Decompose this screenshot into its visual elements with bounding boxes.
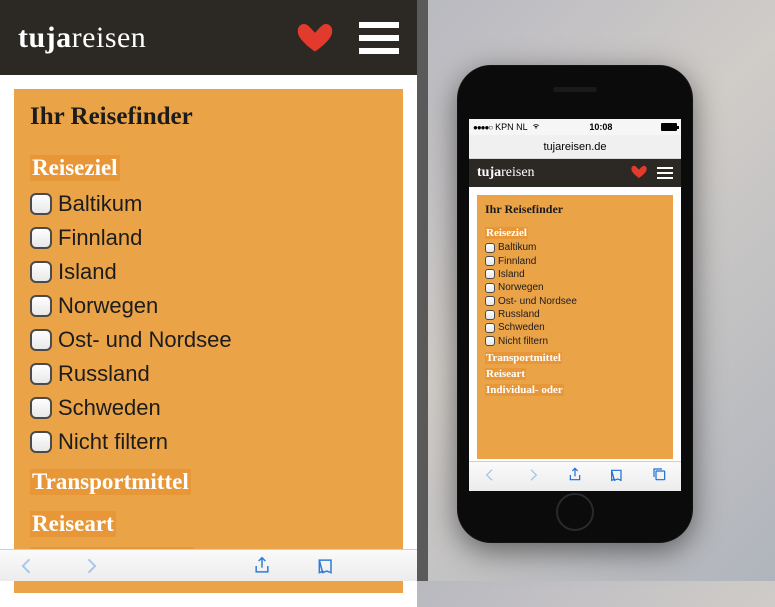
phone-screen: ●●●●○ KPN NL 10:08 tujareisen.de tujarei…	[469, 119, 681, 491]
option-checkbox[interactable]	[30, 329, 52, 351]
option-label-small: Schweden	[498, 322, 545, 333]
option-checkbox[interactable]	[30, 397, 52, 419]
share-icon-small[interactable]	[566, 467, 584, 486]
option-checkbox-small[interactable]	[485, 243, 495, 253]
nav-forward-icon-small[interactable]	[524, 467, 542, 486]
bookmarks-icon-small[interactable]	[608, 467, 626, 486]
option-checkbox-small[interactable]	[485, 323, 495, 333]
option-checkbox[interactable]	[30, 431, 52, 453]
carrier-label: KPN NL	[495, 122, 528, 132]
status-time: 10:08	[541, 122, 661, 132]
option-label-small: Island	[498, 269, 525, 280]
option-checkbox-small[interactable]	[485, 296, 495, 306]
option-label: Ost- und Nordsee	[58, 327, 232, 353]
section-traveltype-small[interactable]: Reiseart	[485, 368, 526, 380]
option-label-small: Baltikum	[498, 242, 536, 253]
option-checkbox-small[interactable]	[485, 283, 495, 293]
panel-divider	[417, 0, 428, 581]
option-label: Russland	[58, 361, 150, 387]
destination-option-small[interactable]: Baltikum	[485, 241, 665, 254]
destination-option[interactable]: Nicht filtern	[30, 425, 387, 459]
favorites-heart-icon[interactable]	[297, 20, 333, 56]
option-label-small: Finnland	[498, 256, 536, 267]
option-checkbox[interactable]	[30, 363, 52, 385]
destination-option-small[interactable]: Ost- und Nordsee	[485, 295, 665, 308]
battery-icon	[661, 123, 677, 131]
option-checkbox-small[interactable]	[485, 310, 495, 320]
app-header-small: tujareisen	[469, 159, 681, 187]
section-individual-small[interactable]: Individual- oder	[485, 384, 564, 396]
option-label: Island	[58, 259, 117, 285]
section-transport-small[interactable]: Transportmittel	[485, 352, 562, 364]
tabs-icon-small[interactable]	[651, 467, 669, 486]
option-label: Finnland	[58, 225, 142, 251]
option-checkbox[interactable]	[30, 227, 52, 249]
section-traveltype[interactable]: Reiseart	[30, 511, 116, 537]
phone-mockup: ●●●●○ KPN NL 10:08 tujareisen.de tujarei…	[457, 65, 693, 543]
destination-option-small[interactable]: Finnland	[485, 254, 665, 267]
option-label: Baltikum	[58, 191, 142, 217]
favorites-heart-icon-small[interactable]	[631, 164, 647, 183]
destination-option-small[interactable]: Schweden	[485, 321, 665, 334]
safari-toolbar-small	[469, 461, 681, 491]
wifi-icon	[531, 122, 541, 132]
section-transport[interactable]: Transportmittel	[30, 469, 191, 495]
menu-hamburger-icon[interactable]	[359, 22, 399, 54]
menu-hamburger-icon-small[interactable]	[657, 167, 673, 180]
safari-toolbar	[0, 549, 417, 581]
option-checkbox-small[interactable]	[485, 269, 495, 279]
travel-finder-panel-small: Ihr Reisefinder Reiseziel Baltikum Finnla…	[477, 195, 673, 459]
option-label-small: Nicht filtern	[498, 336, 548, 347]
destination-option-small[interactable]: Russland	[485, 308, 665, 321]
section-destination[interactable]: Reiseziel	[30, 155, 120, 181]
section-destination-small[interactable]: Reiseziel	[485, 227, 528, 239]
option-checkbox-small[interactable]	[485, 256, 495, 266]
destination-option[interactable]: Ost- und Nordsee	[30, 323, 387, 357]
bookmarks-icon[interactable]	[313, 556, 339, 576]
travel-finder-panel: Ihr Reisefinder Reiseziel Baltikum Finnla…	[14, 89, 403, 593]
ios-status-bar: ●●●●○ KPN NL 10:08	[469, 119, 681, 135]
nav-back-icon-small[interactable]	[481, 467, 499, 486]
url-bar[interactable]: tujareisen.de	[469, 135, 681, 159]
destination-option[interactable]: Baltikum	[30, 187, 387, 221]
option-label: Schweden	[58, 395, 161, 421]
destination-option[interactable]: Norwegen	[30, 289, 387, 323]
option-checkbox[interactable]	[30, 295, 52, 317]
share-icon[interactable]	[249, 556, 275, 576]
zoomed-mobile-view: tujareisen Ihr Reisefinder Reiseziel Bal…	[0, 0, 417, 581]
option-label-small: Russland	[498, 309, 540, 320]
nav-forward-icon[interactable]	[78, 556, 104, 576]
app-header: tujareisen	[0, 0, 417, 75]
finder-heading: Ihr Reisefinder	[30, 103, 387, 131]
signal-dots-icon: ●●●●○	[473, 123, 492, 132]
option-checkbox[interactable]	[30, 261, 52, 283]
option-checkbox-small[interactable]	[485, 336, 495, 346]
brand-logo[interactable]: tujareisen	[18, 21, 146, 55]
destination-option[interactable]: Schweden	[30, 391, 387, 425]
page-body: Ihr Reisefinder Reiseziel Baltikum Finnla…	[0, 75, 417, 607]
destination-option-small[interactable]: Island	[485, 268, 665, 281]
destination-option-small[interactable]: Nicht filtern	[485, 335, 665, 348]
destination-option-small[interactable]: Norwegen	[485, 281, 665, 294]
brand-logo-small[interactable]: tujareisen	[477, 165, 535, 181]
nav-back-icon[interactable]	[14, 556, 40, 576]
finder-heading-small: Ihr Reisefinder	[485, 202, 665, 217]
option-label: Nicht filtern	[58, 429, 168, 455]
option-label-small: Norwegen	[498, 282, 544, 293]
option-label: Norwegen	[58, 293, 158, 319]
destination-option[interactable]: Finnland	[30, 221, 387, 255]
destination-option[interactable]: Russland	[30, 357, 387, 391]
option-label-small: Ost- und Nordsee	[498, 296, 577, 307]
option-checkbox[interactable]	[30, 193, 52, 215]
destination-option[interactable]: Island	[30, 255, 387, 289]
